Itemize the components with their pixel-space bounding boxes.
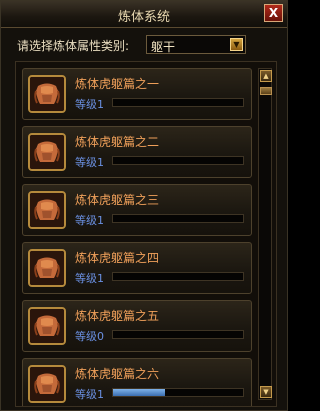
scroll-thumb[interactable] (260, 87, 272, 95)
list-item[interactable]: 炼体虎躯篇之三 等级1 (22, 184, 252, 236)
window-title: 炼体系统 (117, 10, 170, 25)
item-level: 等级1 (75, 388, 104, 401)
item-name: 炼体虎躯篇之三 (75, 193, 160, 207)
category-label: 请选择炼体属性类别: (17, 39, 130, 53)
armor-torso-icon[interactable] (28, 133, 66, 171)
item-name: 炼体虎躯篇之六 (75, 367, 160, 381)
progress-fill (113, 389, 165, 396)
scroll-down-button[interactable]: ▼ (260, 386, 272, 398)
item-name: 炼体虎躯篇之一 (75, 77, 160, 91)
progress-bar (112, 98, 244, 107)
item-name: 炼体虎躯篇之五 (75, 309, 160, 323)
list-item[interactable]: 炼体虎躯篇之五 等级0 (22, 300, 252, 352)
list-item[interactable]: 炼体虎躯篇之四 等级1 (22, 242, 252, 294)
progress-bar (112, 272, 244, 281)
refinement-window: 炼体系统 X 请选择炼体属性类别: 躯干 ▼ 炼体虎躯篇之一 等级1 炼体虎躯篇之二… (0, 0, 288, 411)
title-bar[interactable]: 炼体系统 X (1, 1, 287, 28)
progress-bar (112, 214, 244, 223)
armor-torso-icon[interactable] (28, 249, 66, 287)
item-level: 等级1 (75, 272, 104, 285)
progress-bar (112, 156, 244, 165)
progress-bar (112, 330, 244, 339)
item-name: 炼体虎躯篇之四 (75, 251, 160, 265)
progress-bar (112, 388, 244, 397)
close-button[interactable]: X (264, 4, 283, 22)
item-level: 等级1 (75, 156, 104, 169)
list-item[interactable]: 炼体虎躯篇之一 等级1 (22, 68, 252, 120)
chevron-down-icon[interactable]: ▼ (230, 38, 243, 51)
list-item[interactable]: 炼体虎躯篇之二 等级1 (22, 126, 252, 178)
category-select[interactable]: 躯干 ▼ (146, 35, 246, 54)
scroll-up-button[interactable]: ▲ (260, 70, 272, 82)
item-level: 等级1 (75, 98, 104, 111)
category-select-value: 躯干 (151, 40, 176, 54)
armor-torso-icon[interactable] (28, 191, 66, 229)
category-filter-row: 请选择炼体属性类别: 躯干 ▼ (1, 30, 287, 58)
armor-torso-icon[interactable] (28, 75, 66, 113)
scrollbar[interactable]: ▲ ▼ (258, 68, 272, 400)
skill-list: 炼体虎躯篇之一 等级1 炼体虎躯篇之二 等级1 炼体虎躯篇之三 等级1 炼体虎躯篇之四 等级1… (15, 61, 277, 407)
item-name: 炼体虎躯篇之二 (75, 135, 160, 149)
armor-torso-icon[interactable] (28, 365, 66, 403)
armor-torso-icon[interactable] (28, 307, 66, 345)
item-level: 等级0 (75, 330, 104, 343)
list-item[interactable]: 炼体虎躯篇之六 等级1 (22, 358, 252, 406)
item-level: 等级1 (75, 214, 104, 227)
